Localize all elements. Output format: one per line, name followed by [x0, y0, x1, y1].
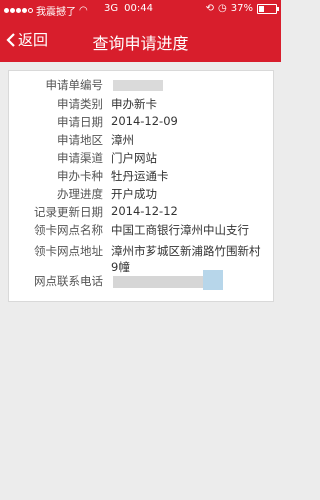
- redacted-value: [113, 270, 223, 290]
- signal-icon: [4, 8, 33, 13]
- carrier-name: 我震撼了: [36, 7, 76, 18]
- detail-row: 申办卡种 牡丹运通卡: [9, 168, 273, 185]
- battery-icon: [257, 3, 279, 14]
- detail-label: 申请单编号: [45, 78, 104, 92]
- detail-row: 申请单编号: [9, 77, 273, 94]
- wifi-icon: ◠: [79, 5, 88, 16]
- network-time: 3G 00:44: [104, 3, 153, 14]
- detail-value: 漳州: [111, 133, 134, 147]
- detail-label: 办理进度: [57, 187, 103, 201]
- battery-area: ⟲ ◷ 37%: [205, 3, 279, 14]
- page-title: 查询申请进度: [92, 34, 189, 53]
- detail-row: 领卡网点名称 中国工商银行漳州中山支行: [9, 222, 273, 239]
- detail-value: 2014-12-12: [111, 204, 178, 218]
- detail-label: 领卡网点名称: [34, 223, 103, 237]
- detail-label: 申请日期: [57, 115, 103, 129]
- battery-percent: 37%: [230, 3, 253, 14]
- detail-label: 网点联系电话: [34, 274, 103, 288]
- detail-label: 申办卡种: [57, 169, 103, 183]
- detail-label: 记录更新日期: [34, 205, 103, 219]
- detail-row: 网点联系电话: [9, 270, 273, 290]
- detail-row: 办理进度 开户成功: [9, 186, 273, 203]
- detail-value: 2014-12-09: [111, 114, 178, 128]
- rotation-lock-icon: ⟲: [205, 3, 215, 14]
- detail-row: 申请类别 申办新卡: [9, 96, 273, 113]
- detail-value: 牡丹运通卡: [111, 169, 169, 183]
- detail-row: 申请地区 漳州: [9, 132, 273, 149]
- carrier-area: 我震撼了 ◠: [4, 3, 88, 18]
- detail-label: 申请渠道: [57, 151, 103, 165]
- detail-row: 申请渠道 门户网站: [9, 150, 273, 167]
- detail-label: 申请地区: [57, 133, 103, 147]
- detail-value: 申办新卡: [111, 97, 157, 111]
- nav-bar: 返回 查询申请进度: [0, 18, 281, 62]
- detail-row: 申请日期 2014-12-09: [9, 114, 273, 131]
- clock: 00:44: [124, 3, 153, 14]
- detail-value: 开户成功: [111, 187, 157, 201]
- application-details-panel: 申请单编号 申请类别 申办新卡 申请日期 2014-12-09 申请地区 漳州 …: [8, 70, 274, 302]
- redacted-value: [113, 80, 163, 91]
- detail-row: 领卡网点地址 漳州市芗城区新浦路竹围新村9幢: [9, 243, 273, 277]
- detail-value: 中国工商银行漳州中山支行: [111, 223, 249, 237]
- alarm-icon: ◷: [218, 3, 227, 14]
- network-type: 3G: [104, 3, 119, 14]
- detail-row: 记录更新日期 2014-12-12: [9, 204, 273, 221]
- detail-label: 领卡网点地址: [34, 244, 103, 258]
- detail-label: 申请类别: [57, 97, 103, 111]
- status-bar: 我震撼了 ◠ 3G 00:44 ⟲ ◷ 37%: [0, 0, 281, 18]
- detail-value: 门户网站: [111, 151, 157, 165]
- detail-value: 漳州市芗城区新浦路竹围新村9幢: [111, 244, 261, 274]
